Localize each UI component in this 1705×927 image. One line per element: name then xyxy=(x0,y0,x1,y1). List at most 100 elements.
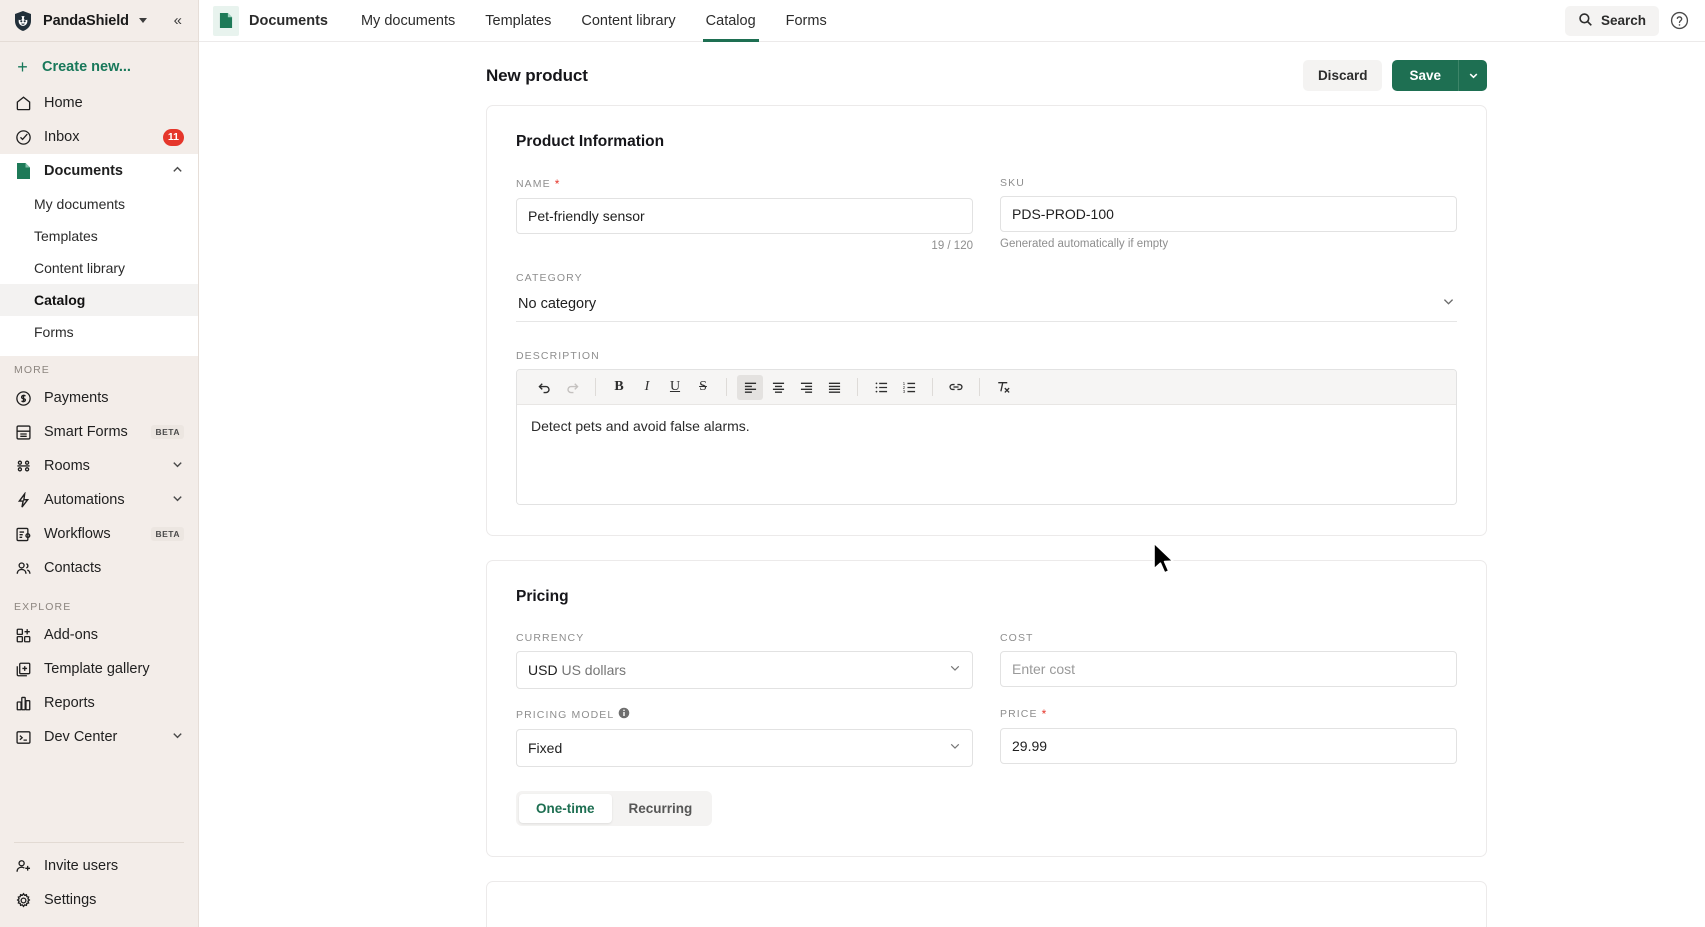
cost-input[interactable] xyxy=(1000,651,1457,687)
chevron-up-icon xyxy=(171,163,184,180)
contacts-icon xyxy=(14,559,32,577)
panda-shield-logo-icon xyxy=(12,9,34,33)
sidebar-item-reports[interactable]: Reports xyxy=(0,686,198,720)
name-input[interactable] xyxy=(516,198,973,234)
pricing-model-select[interactable]: Fixed xyxy=(516,729,973,767)
pricing-model-field-group: PRICING MODEL Fixed xyxy=(516,707,973,767)
save-button[interactable]: Save xyxy=(1392,60,1458,91)
sidebar-item-template-gallery[interactable]: Template gallery xyxy=(0,652,198,686)
sidebar-item-templates[interactable]: Templates xyxy=(0,220,198,252)
description-field-group: DESCRIPTION B I U xyxy=(516,350,1457,505)
align-justify-icon[interactable] xyxy=(821,375,847,400)
sidebar-item-workflows[interactable]: Workflows BETA xyxy=(0,517,198,551)
workspace-switcher[interactable]: PandaShield « xyxy=(0,0,198,42)
create-new-button[interactable]: + Create new... xyxy=(0,48,198,86)
sidebar-item-label: Home xyxy=(44,95,184,111)
numbered-list-icon[interactable]: 123 xyxy=(896,375,922,400)
align-left-icon[interactable] xyxy=(737,375,763,400)
sidebar-item-smart-forms[interactable]: Smart Forms BETA xyxy=(0,415,198,449)
workspace-name: PandaShield xyxy=(43,13,129,29)
page-actions: Discard Save xyxy=(1303,60,1487,91)
sidebar-item-catalog[interactable]: Catalog xyxy=(0,284,198,316)
currency-label: CURRENCY xyxy=(516,632,973,644)
sidebar-item-home[interactable]: Home xyxy=(0,86,198,120)
page-header: New product Discard Save xyxy=(199,42,1705,105)
sidebar-item-label: Invite users xyxy=(44,858,184,874)
gear-icon xyxy=(14,891,32,909)
beta-badge: BETA xyxy=(151,425,184,439)
tab-templates[interactable]: Templates xyxy=(470,0,566,42)
strikethrough-icon[interactable]: S xyxy=(690,375,716,400)
link-icon[interactable] xyxy=(943,375,969,400)
bold-icon[interactable]: B xyxy=(606,375,632,400)
sidebar-item-dev-center[interactable]: Dev Center xyxy=(0,720,198,754)
chevron-down-icon[interactable] xyxy=(171,458,184,475)
italic-icon[interactable]: I xyxy=(634,375,660,400)
toolbar-divider xyxy=(726,378,727,396)
discard-button[interactable]: Discard xyxy=(1303,60,1383,91)
sidebar-item-label: Automations xyxy=(44,492,159,508)
collapse-sidebar-button[interactable]: « xyxy=(170,11,186,30)
sidebar-item-label: Contacts xyxy=(44,560,184,576)
tab-catalog[interactable]: Catalog xyxy=(691,0,771,42)
sidebar-item-payments[interactable]: Payments xyxy=(0,381,198,415)
undo-icon[interactable] xyxy=(531,375,557,400)
sidebar-item-label: Workflows xyxy=(44,526,139,542)
sidebar-item-automations[interactable]: Automations xyxy=(0,483,198,517)
sidebar-footer: Invite users Settings xyxy=(0,832,198,927)
bullet-list-icon[interactable] xyxy=(868,375,894,400)
save-button-group: Save xyxy=(1392,60,1487,91)
sidebar-item-label: Payments xyxy=(44,390,184,406)
sku-label-text: SKU xyxy=(1000,177,1025,189)
svg-text:3: 3 xyxy=(902,389,905,394)
add-ons-icon xyxy=(14,626,32,644)
tab-my-documents[interactable]: My documents xyxy=(346,0,470,42)
payments-icon xyxy=(14,389,32,407)
tab-label: Forms xyxy=(786,13,827,29)
currency-field-group: CURRENCY USD US dollars xyxy=(516,632,973,689)
sidebar-item-add-ons[interactable]: Add-ons xyxy=(0,618,198,652)
currency-select[interactable]: USD US dollars xyxy=(516,651,973,689)
sidebar-item-contacts[interactable]: Contacts xyxy=(0,551,198,585)
description-text[interactable]: Detect pets and avoid false alarms. xyxy=(517,405,1456,504)
sidebar-item-my-documents[interactable]: My documents xyxy=(0,188,198,220)
chevron-down-icon[interactable] xyxy=(171,492,184,509)
billing-option-one-time[interactable]: One-time xyxy=(519,794,612,823)
next-section-card xyxy=(486,881,1487,927)
sidebar-item-forms[interactable]: Forms xyxy=(0,316,198,348)
info-icon[interactable] xyxy=(618,707,630,722)
align-right-icon[interactable] xyxy=(793,375,819,400)
sku-input[interactable] xyxy=(1000,196,1457,232)
sidebar-item-invite-users[interactable]: Invite users xyxy=(0,849,198,883)
sidebar-item-content-library[interactable]: Content library xyxy=(0,252,198,284)
billing-option-recurring[interactable]: Recurring xyxy=(612,794,710,823)
save-options-chevron-down-icon[interactable] xyxy=(1458,60,1487,91)
align-center-icon[interactable] xyxy=(765,375,791,400)
sidebar-item-documents[interactable]: Documents xyxy=(0,154,198,188)
tab-content-library[interactable]: Content library xyxy=(566,0,690,42)
sidebar-item-label: Rooms xyxy=(44,458,159,474)
tab-label: My documents xyxy=(361,13,455,29)
category-select[interactable]: No category xyxy=(516,291,1457,322)
section-title: Product Information xyxy=(516,133,1457,151)
currency-cost-row: CURRENCY USD US dollars COST xyxy=(516,632,1457,689)
tab-documents[interactable]: Documents xyxy=(249,0,346,42)
price-input[interactable] xyxy=(1000,728,1457,764)
sidebar-item-rooms[interactable]: Rooms xyxy=(0,449,198,483)
clear-formatting-icon[interactable] xyxy=(990,375,1016,400)
sidebar-subitem-label: Forms xyxy=(34,324,74,340)
search-label: Search xyxy=(1601,13,1646,28)
help-icon[interactable] xyxy=(1669,10,1691,32)
tab-bar: Documents My documents Templates Content… xyxy=(249,0,842,42)
template-gallery-icon xyxy=(14,660,32,678)
underline-icon[interactable]: U xyxy=(662,375,688,400)
sidebar-item-label: Documents xyxy=(44,163,159,179)
cost-field-group: COST xyxy=(1000,632,1457,689)
sidebar-section-explore: EXPLORE xyxy=(0,585,198,618)
sidebar-item-settings[interactable]: Settings xyxy=(0,883,198,917)
sidebar-item-inbox[interactable]: Inbox 11 xyxy=(0,120,198,154)
search-button[interactable]: Search xyxy=(1565,6,1659,36)
chevron-down-icon[interactable] xyxy=(171,729,184,746)
price-label-text: PRICE xyxy=(1000,708,1038,720)
tab-forms[interactable]: Forms xyxy=(771,0,842,42)
